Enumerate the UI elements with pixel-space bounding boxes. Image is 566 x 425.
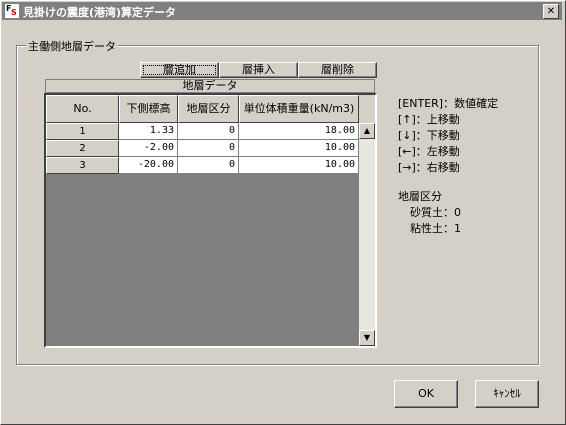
ok-button[interactable]: OK xyxy=(394,380,458,408)
help-right: [→]：右移動 xyxy=(398,161,460,174)
add-layer-button[interactable]: 層追加 xyxy=(140,62,219,78)
cell-weight[interactable]: 10.00 xyxy=(239,157,359,174)
help-enter: [ENTER]：数値確定 xyxy=(398,97,499,110)
title-bar[interactable]: FS 見掛けの震度(港湾)算定データ ✕ xyxy=(2,2,562,20)
grid-caption: 地層データ xyxy=(45,79,375,93)
cell-weight[interactable]: 10.00 xyxy=(239,140,359,157)
vertical-scrollbar[interactable]: ▲ ▼ xyxy=(359,123,375,346)
header-weight[interactable]: 単位体積重量(kN/m3) xyxy=(239,95,359,123)
app-icon: FS xyxy=(5,4,19,18)
cell-class[interactable]: 0 xyxy=(178,123,239,140)
scroll-down-icon[interactable]: ▼ xyxy=(359,330,375,346)
row-header-2[interactable]: 2 xyxy=(46,140,119,157)
legend-title: 地層区分 xyxy=(398,190,442,203)
cell-elevation[interactable]: -2.00 xyxy=(119,140,178,157)
header-gap xyxy=(359,95,375,123)
strata-grid[interactable]: No. 下側標高 地層区分 単位体積重量(kN/m3) 1 1.33 0 18.… xyxy=(44,93,377,348)
cell-class[interactable]: 0 xyxy=(178,157,239,174)
cell-weight[interactable]: 18.00 xyxy=(239,123,359,140)
cell-elevation[interactable]: 1.33 xyxy=(119,123,178,140)
legend-clay: 粘性土：1 xyxy=(410,222,461,235)
row-header-3[interactable]: 3 xyxy=(46,157,119,174)
help-up: [↑]：上移動 xyxy=(398,113,460,126)
row-header-1[interactable]: 1 xyxy=(46,123,119,140)
window-title: 見掛けの震度(港湾)算定データ xyxy=(23,6,177,19)
help-left: [←]：左移動 xyxy=(398,145,460,158)
cell-class[interactable]: 0 xyxy=(178,140,239,157)
header-elevation[interactable]: 下側標高 xyxy=(119,95,178,123)
header-class[interactable]: 地層区分 xyxy=(178,95,239,123)
cell-elevation[interactable]: -20.00 xyxy=(119,157,178,174)
insert-layer-button[interactable]: 層挿入 xyxy=(219,62,298,78)
close-button[interactable]: ✕ xyxy=(543,4,559,19)
legend-sand: 砂質土：0 xyxy=(410,206,461,219)
cancel-button[interactable]: ｷｬﾝｾﾙ xyxy=(475,380,539,408)
help-down: [↓]：下移動 xyxy=(398,129,460,142)
group-label: 主働側地層データ xyxy=(26,38,118,54)
delete-layer-button[interactable]: 層削除 xyxy=(298,62,377,78)
scroll-up-icon[interactable]: ▲ xyxy=(359,123,375,139)
header-no[interactable]: No. xyxy=(46,95,119,123)
